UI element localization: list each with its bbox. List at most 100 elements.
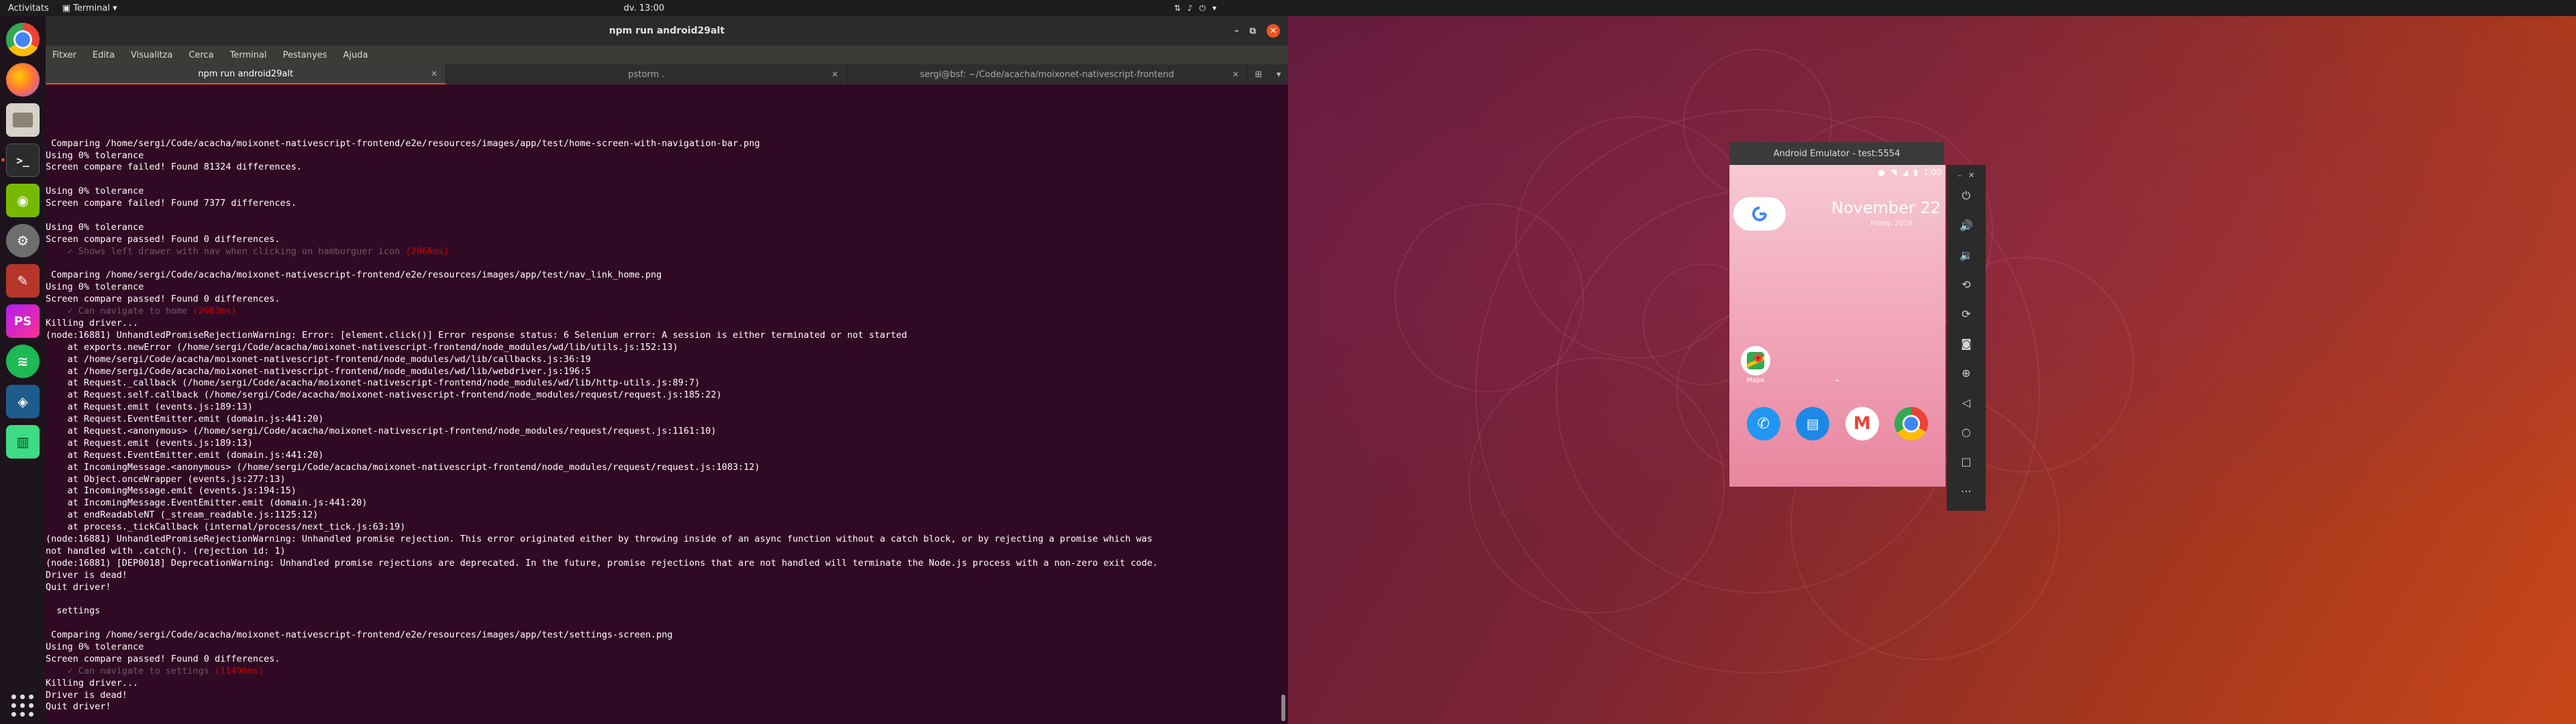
tabs-menu-icon[interactable]: ▾ (1277, 70, 1281, 80)
overview-icon[interactable]: □ (1955, 446, 1978, 476)
terminal-line-text: at process._tickCallback (internal/proce… (46, 522, 406, 533)
app-drawer-chevron-icon[interactable]: ⌃ (1831, 378, 1843, 387)
tab-close-icon[interactable]: ✕ (832, 70, 839, 79)
terminal-line-text: ✓ Shows left drawer with nav when clicki… (46, 245, 406, 257)
terminal-line-text: Comparing /home/sergi/Code/acacha/moixon… (46, 269, 662, 281)
close-icon[interactable]: ✕ (1968, 171, 1974, 180)
show-applications-icon[interactable] (11, 695, 34, 717)
terminal-output[interactable]: Comparing /home/sergi/Code/acacha/moixon… (46, 84, 1288, 724)
power-icon[interactable]: ⏻ (1955, 181, 1978, 210)
tab-close-icon[interactable]: ✕ (431, 69, 437, 78)
tab-pstorm[interactable]: pstorm . ✕ (446, 64, 847, 84)
nvidia-icon[interactable]: ◉ (6, 184, 40, 217)
activities-button[interactable]: Activitats (0, 3, 57, 13)
system-tray[interactable]: ⇅ ♪ ⏻ ▾ (1174, 3, 1216, 13)
camera-icon[interactable]: ◙ (1955, 328, 1978, 358)
tab-close-icon[interactable]: ✕ (1232, 70, 1239, 79)
google-icon (1752, 206, 1767, 221)
terminal-line-text: Quit driver! (46, 581, 111, 593)
zoom-icon[interactable]: ⊕ (1955, 358, 1978, 387)
menu-cerca[interactable]: Cerca (189, 50, 213, 60)
terminal-line-text: ✓ Can navigate to settings (46, 665, 215, 676)
firefox-icon[interactable] (6, 63, 40, 97)
back-icon[interactable]: ◁ (1955, 387, 1978, 417)
menu-terminal[interactable]: Terminal (230, 50, 267, 60)
tab-label: pstorm . (628, 69, 665, 80)
close-icon[interactable]: ✕ (1267, 24, 1280, 38)
rotate-right-icon[interactable]: ⟳ (1955, 299, 1978, 328)
tab-android29alt[interactable]: npm run android29alt ✕ (46, 64, 447, 84)
terminal-line-text: Using 0% tolerance (46, 149, 144, 161)
terminal-line-text: (node:16881) [DEP0018] DeprecationWarnin… (46, 557, 1159, 568)
terminal-line-text: at Request.emit (events.js:189:13) (46, 437, 253, 448)
window-title: npm run android29alt (608, 25, 725, 36)
emulator-titlebar[interactable]: Android Emulator - test:5554 (1729, 142, 1944, 165)
terminal-line: Killing driver... (46, 318, 1288, 330)
minimize-icon[interactable]: – (1958, 171, 1962, 180)
terminal-line: at Request.<anonymous> (/home/sergi/Code… (46, 426, 1288, 438)
scrollbar-thumb[interactable] (1281, 695, 1285, 721)
terminal-line: Driver is dead! (46, 690, 1288, 702)
terminal-line-text: at Request.<anonymous> (/home/sergi/Code… (46, 425, 716, 436)
menu-pestanyes[interactable]: Pestanyes (283, 50, 327, 60)
terminal-line-text: Screen compare failed! Found 7377 differ… (46, 198, 297, 209)
terminal-line: at Request.self.callback (/home/sergi/Co… (46, 389, 1288, 402)
chrome-icon[interactable] (1894, 407, 1929, 440)
rotate-left-icon[interactable]: ⟲ (1955, 269, 1978, 299)
new-tab-icon[interactable]: ⊞ (1255, 70, 1263, 80)
spotify-icon[interactable]: ≋ (6, 345, 40, 378)
terminal-line: Using 0% tolerance (46, 186, 1288, 198)
messages-icon[interactable]: ▤ (1796, 407, 1830, 440)
terminal-line: Driver is dead! (46, 570, 1288, 582)
terminal-line: Screen compare passed! Found 0 differenc… (46, 654, 1288, 666)
tab-frontend-shell[interactable]: sergi@bsf: ~/Code/acacha/moixonet-native… (847, 64, 1248, 84)
clock[interactable]: dv. 13:00 (617, 3, 671, 13)
terminal-line-text: not handled with .catch(). (rejection id… (46, 545, 286, 556)
google-search-widget[interactable] (1733, 197, 1786, 231)
app-menu[interactable]: ▣ Terminal ▾ (57, 3, 123, 13)
mysql-workbench-icon[interactable]: ◈ (6, 385, 40, 418)
tab-label: sergi@bsf: ~/Code/acacha/moixonet-native… (920, 69, 1175, 80)
terminal-line: Killing driver... (46, 678, 1288, 690)
terminal-line: at endReadableNT (_stream_readable.js:11… (46, 509, 1288, 522)
volume-down-icon[interactable]: 🔉 (1955, 240, 1978, 269)
terminal-line-text: Comparing /home/sergi/Code/acacha/moixon… (46, 629, 673, 641)
terminal-line: at process._tickCallback (internal/proce… (46, 522, 1288, 534)
terminal-line: (node:16881) UnhandledPromiseRejectionWa… (46, 534, 1288, 546)
terminal-line-text: at /home/sergi/Code/acacha/moixonet-nati… (46, 353, 591, 365)
volume-up-icon[interactable]: 🔊 (1955, 210, 1978, 240)
terminal-line: Using 0% tolerance (46, 282, 1288, 294)
chevron-down-icon: ▾ (1212, 3, 1217, 13)
menu-visualitza[interactable]: Visualitza (131, 50, 172, 60)
terminal-titlebar[interactable]: npm run android29alt – ⧉ ✕ (46, 16, 1288, 46)
battery-icon: ▮ (1913, 168, 1919, 177)
terminal-line: Quit driver! (46, 582, 1288, 594)
phone-screen[interactable]: ● ◥ ◢ ▮ 1:00 November 22 Friday, 2019 Ma… (1729, 165, 1945, 487)
chrome-icon[interactable] (6, 23, 40, 56)
settings-icon[interactable]: ⚙ (6, 224, 40, 257)
phpstorm-icon[interactable]: PS (6, 304, 40, 338)
menu-fitxer[interactable]: Fitxer (52, 50, 76, 60)
notes-icon[interactable]: ✎ (6, 264, 40, 298)
terminal-small-icon: ▣ (62, 3, 71, 13)
maps-app[interactable]: Maps (1739, 346, 1772, 384)
terminal-line-text: at Request.EventEmitter.emit (domain.js:… (46, 414, 324, 425)
menu-ajuda[interactable]: Ajuda (343, 50, 368, 60)
date-widget[interactable]: November 22 (1831, 198, 1941, 217)
terminal-line: at Object.onceWrapper (events.js:277:13) (46, 474, 1288, 486)
menu-edita[interactable]: Edita (93, 50, 115, 60)
terminal-line: Screen compare failed! Found 7377 differ… (46, 198, 1288, 210)
terminal-tabs: npm run android29alt ✕ pstorm . ✕ sergi@… (46, 64, 1288, 84)
home-icon[interactable]: ○ (1955, 417, 1978, 446)
android-studio-icon[interactable]: ▥ (6, 425, 40, 459)
gmail-icon[interactable]: M (1845, 407, 1879, 440)
more-icon[interactable]: ⋯ (1955, 476, 1978, 505)
minimize-icon[interactable]: – (1234, 26, 1239, 36)
terminal-icon[interactable]: >_ (1, 143, 40, 177)
files-icon[interactable] (6, 103, 40, 137)
phone-icon[interactable]: ✆ (1746, 407, 1780, 440)
maximize-icon[interactable]: ⧉ (1250, 26, 1256, 36)
